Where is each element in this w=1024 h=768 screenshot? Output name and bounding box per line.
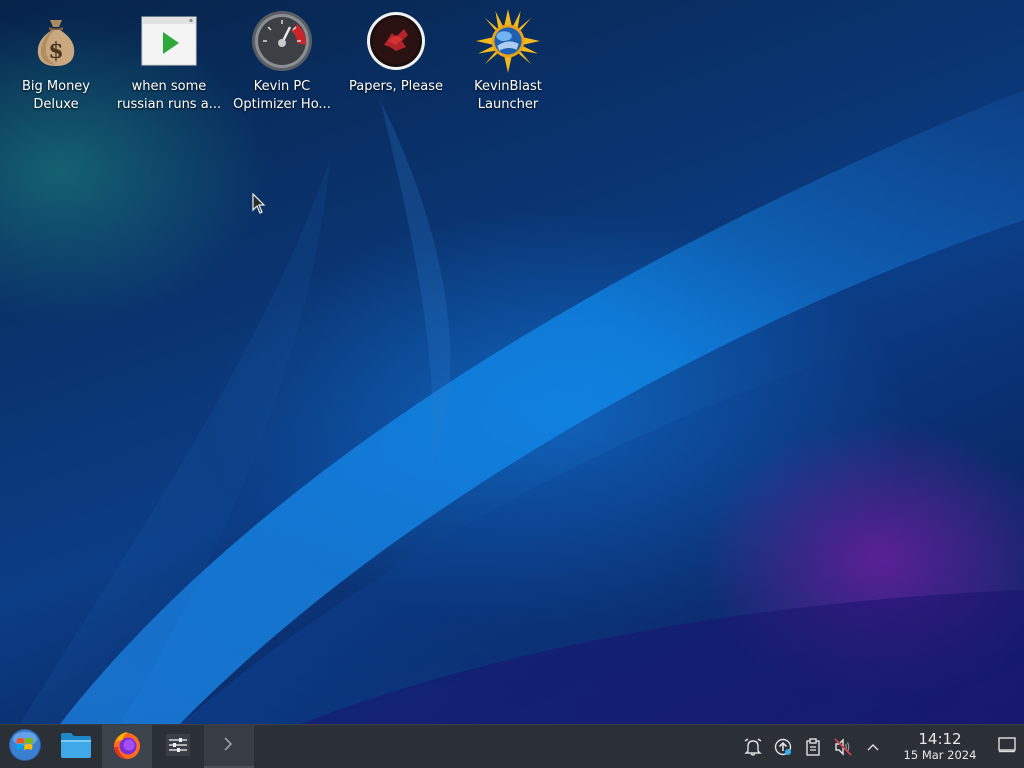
windows-orb-icon [8, 728, 42, 766]
money-bag-icon: $ [24, 8, 88, 74]
clipboard-icon[interactable] [798, 732, 828, 762]
desktop-icon-big-money-deluxe[interactable]: $ Big Money Deluxe [0, 8, 112, 114]
mouse-cursor-icon [252, 192, 266, 219]
desktop-icon-kevin-pc-optimizer[interactable]: Kevin PC Optimizer Ho... [226, 8, 338, 114]
settings-sliders-icon [164, 733, 192, 761]
clock-time: 14:12 [918, 730, 962, 748]
desktop-icon-label: when some russian runs a... [116, 79, 222, 112]
application-launcher-button[interactable] [0, 725, 50, 768]
updates-icon[interactable] [768, 732, 798, 762]
system-settings-button[interactable] [153, 725, 203, 768]
papers-please-emblem-icon [364, 8, 428, 74]
show-desktop-button[interactable] [990, 725, 1024, 768]
desktop-icon-when-some-russian[interactable]: when some russian runs a... [113, 8, 225, 114]
desktop-icon-label: KevinBlast Launcher [474, 79, 542, 112]
terminal-icon [216, 732, 242, 760]
folder-icon [60, 731, 92, 763]
sunburst-globe-icon [476, 8, 540, 74]
desktop-icon-label: Kevin PC Optimizer Ho... [233, 79, 331, 112]
firefox-icon [111, 729, 143, 765]
terminal-button[interactable] [204, 725, 254, 768]
firefox-button[interactable] [102, 725, 152, 768]
chevron-up-icon[interactable] [858, 732, 888, 762]
volume-muted-icon[interactable] [828, 732, 858, 762]
desktop-icon-label: Big Money Deluxe [21, 79, 90, 112]
speedometer-icon [250, 8, 314, 74]
digital-clock[interactable]: 14:12 15 Mar 2024 [894, 725, 986, 768]
svg-text:$: $ [48, 38, 63, 64]
desktop-icon-papers-please[interactable]: Papers, Please [340, 8, 452, 96]
system-tray: 14:12 15 Mar 2024 [738, 725, 1024, 768]
desktop-icon-kevinblast-launcher[interactable]: KevinBlast Launcher [452, 8, 564, 114]
desktop-icon-label: Papers, Please [348, 79, 444, 94]
taskbar: 14:12 15 Mar 2024 [0, 724, 1024, 768]
show-desktop-icon [998, 736, 1016, 757]
notifications-icon[interactable] [738, 732, 768, 762]
video-play-icon [137, 8, 201, 74]
clock-date: 15 Mar 2024 [903, 748, 977, 762]
file-manager-button[interactable] [51, 725, 101, 768]
